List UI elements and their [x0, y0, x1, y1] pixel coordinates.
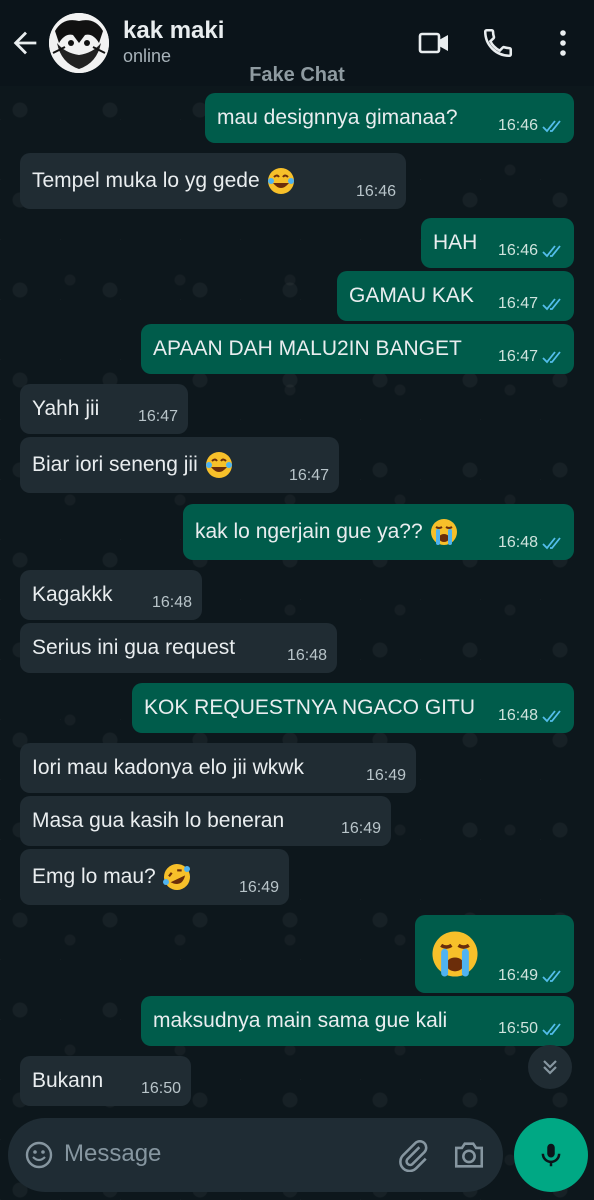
read-ticks-icon	[542, 537, 561, 550]
camera-icon[interactable]	[452, 1138, 486, 1172]
message-time: 16:49	[365, 767, 406, 784]
message-time: 16:48	[151, 594, 192, 611]
face-with-tears-of-joy-icon	[205, 452, 232, 478]
message-text: kak lo ngerjain gue ya??	[195, 520, 423, 543]
message-text: Masa gua kasih lo beneran	[32, 809, 285, 832]
message-meta: 16:47	[498, 348, 564, 366]
message-bubble[interactable]: GAMAU KAK 16:47	[337, 271, 574, 321]
message-time: 16:49	[238, 879, 279, 896]
message-text: KOK REQUESTNYA NGACO GITU	[144, 696, 475, 719]
message-meta: 16:50	[498, 1020, 564, 1038]
message-meta: 16:47	[498, 295, 564, 313]
message-time: 16:49	[497, 967, 538, 984]
message-bubble[interactable]: Biar iori seneng jii 16:47	[20, 437, 339, 493]
read-ticks-icon	[542, 351, 561, 364]
message-meta: 16:48	[152, 594, 192, 612]
message-bubble[interactable]: KOK REQUESTNYA NGACO GITU 16:48	[132, 683, 574, 733]
message-bubble[interactable]: HAH 16:46	[421, 218, 574, 268]
message-bubble[interactable]: Emg lo mau? 16:49	[20, 849, 289, 905]
message-time: 16:46	[497, 117, 538, 134]
message-time: 16:47	[497, 348, 538, 365]
face-with-tears-of-joy-icon	[267, 168, 294, 194]
message-meta: 16:47	[138, 408, 178, 426]
message-time: 16:50	[497, 1020, 538, 1037]
message-text: Yahh jii	[32, 397, 100, 420]
scroll-to-bottom-button[interactable]	[528, 1045, 572, 1089]
message-time: 16:48	[286, 647, 327, 664]
read-ticks-icon	[542, 245, 561, 258]
message-bubble[interactable]: Yahh jii 16:47	[20, 384, 188, 434]
message-bubble[interactable]: Bukann 16:50	[20, 1056, 191, 1106]
voice-call-icon[interactable]	[481, 26, 515, 60]
message-meta: 16:49	[366, 767, 406, 785]
more-options-icon[interactable]	[546, 26, 580, 60]
message-meta: 16:47	[289, 467, 329, 485]
read-ticks-icon	[542, 120, 561, 133]
video-call-icon[interactable]	[417, 26, 451, 60]
message-bubble[interactable]: Kagakkk 16:48	[20, 570, 202, 620]
rolling-on-the-floor-laughing-icon	[162, 864, 190, 890]
message-meta: 16:48	[498, 707, 564, 725]
message-meta: 16:50	[141, 1080, 181, 1098]
message-bubble[interactable]: Serius ini gua request 16:48	[20, 623, 337, 673]
message-text: mau designnya gimanaa?	[217, 106, 458, 129]
message-meta: 16:48	[287, 647, 327, 665]
message-text: GAMAU KAK	[349, 284, 474, 307]
attach-paperclip-icon[interactable]	[396, 1138, 430, 1172]
message-meta: 16:49	[341, 820, 381, 838]
voice-message-button[interactable]	[514, 1118, 588, 1192]
read-ticks-icon	[542, 1023, 561, 1036]
message-meta: 16:49	[239, 879, 279, 897]
message-text: Serius ini gua request	[32, 636, 236, 659]
message-time: 16:46	[355, 183, 396, 200]
message-bubble[interactable]: Masa gua kasih lo beneran 16:49	[20, 796, 391, 846]
emoji-icon[interactable]	[24, 1140, 54, 1170]
message-text: Kagakkk	[32, 583, 113, 606]
read-ticks-icon	[542, 710, 561, 723]
message-meta: 16:46	[356, 183, 396, 201]
message-time: 16:46	[497, 242, 538, 259]
message-time: 16:48	[497, 707, 538, 724]
watermark-label: Fake Chat	[249, 64, 345, 86]
read-ticks-icon	[542, 298, 561, 311]
message-text: HAH	[433, 231, 478, 254]
read-ticks-icon	[542, 970, 561, 983]
contact-name[interactable]: kak maki	[123, 17, 224, 45]
message-meta: 16:46	[498, 117, 564, 135]
message-time: 16:47	[288, 467, 329, 484]
message-bubble[interactable]: kak lo ngerjain gue ya?? 16:48	[183, 504, 574, 560]
message-text: APAAN DAH MALU2IN BANGET	[153, 337, 462, 360]
message-bubble[interactable]: mau designnya gimanaa? 16:46	[205, 93, 574, 143]
message-bubble[interactable]: maksudnya main sama gue kali 16:50	[141, 996, 574, 1046]
message-input-bar[interactable]: Message	[8, 1118, 503, 1192]
message-meta: 16:46	[498, 242, 564, 260]
message-time: 16:50	[140, 1080, 181, 1097]
message-input-placeholder[interactable]: Message	[64, 1140, 161, 1168]
message-bubble[interactable]: Iori mau kadonya elo jii wkwk 16:49	[20, 743, 416, 793]
message-text: Tempel muka lo yg gede	[32, 169, 260, 192]
loudly-crying-face-icon	[432, 931, 478, 977]
message-text: Emg lo mau?	[32, 865, 156, 888]
message-time: 16:47	[137, 408, 178, 425]
message-meta: 16:49	[498, 967, 564, 985]
message-bubble[interactable]: APAAN DAH MALU2IN BANGET 16:47	[141, 324, 574, 374]
message-text: Bukann	[32, 1069, 104, 1092]
message-text: maksudnya main sama gue kali	[153, 1009, 448, 1032]
double-chevron-down-icon	[543, 1060, 557, 1075]
message-time: 16:47	[497, 295, 538, 312]
back-arrow-icon[interactable]	[8, 26, 42, 60]
microphone-icon	[541, 1143, 561, 1167]
message-bubble[interactable]: Tempel muka lo yg gede 16:46	[20, 153, 406, 209]
message-time: 16:49	[340, 820, 381, 837]
message-bubble[interactable]: 16:49	[415, 915, 574, 993]
message-time: 16:48	[497, 534, 538, 551]
message-meta: 16:48	[498, 534, 564, 552]
message-text: Iori mau kadonya elo jii wkwk	[32, 756, 304, 779]
message-text: Biar iori seneng jii	[32, 453, 198, 476]
loudly-crying-face-icon	[430, 519, 457, 545]
